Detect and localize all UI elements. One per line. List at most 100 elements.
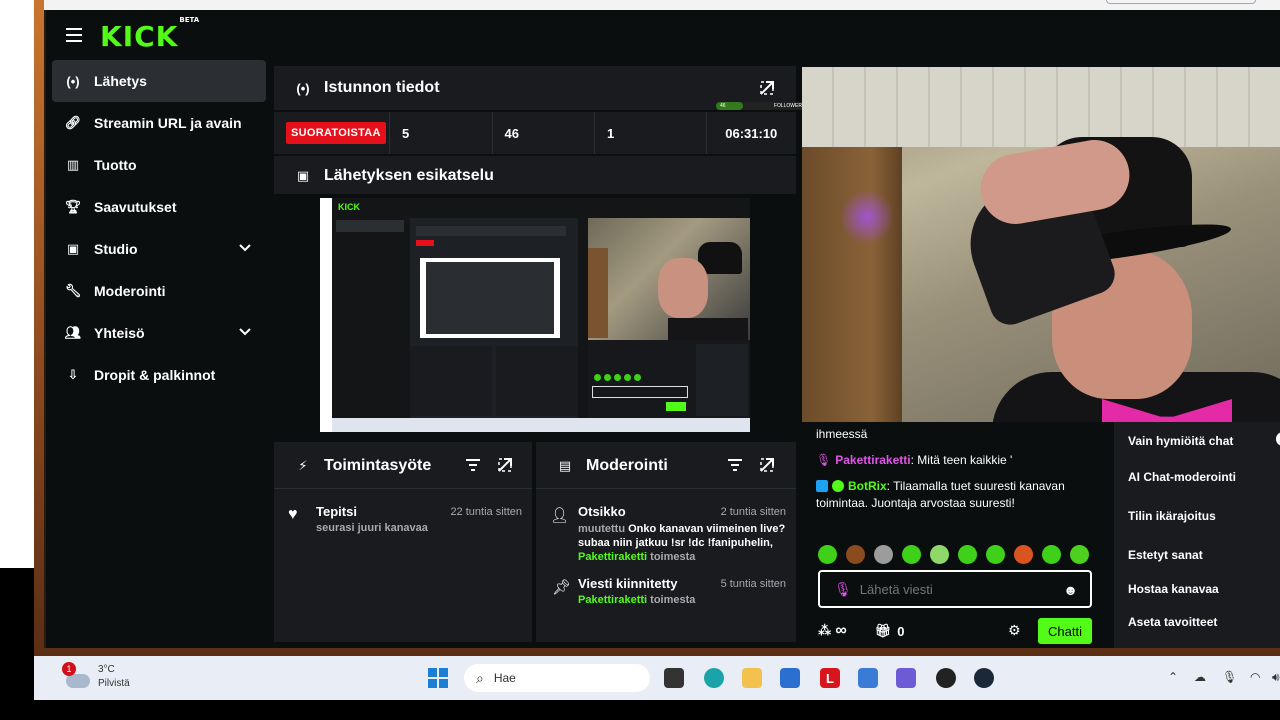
obs-icon[interactable] xyxy=(936,668,956,688)
emote-icon[interactable] xyxy=(1070,545,1089,564)
taskbar-search[interactable]: ⌕ Hae xyxy=(464,664,650,692)
chat-input-box[interactable]: 🎙︎ ☻ xyxy=(818,570,1092,608)
sidebar-item-moderointi[interactable]: 🔧︎ Moderointi xyxy=(52,270,266,312)
weather-widget[interactable]: 1 3°C Pilvistä xyxy=(52,662,132,694)
stat-3: 1 xyxy=(595,112,707,154)
emote-only-toggle[interactable] xyxy=(1276,432,1280,446)
chat-message: BotRix: Tilaamalla tuet suuresti kanavan… xyxy=(816,479,1065,510)
moderator-name[interactable]: Pakettiraketti xyxy=(578,594,647,606)
mod-tool-ai-moderation[interactable]: AI Chat-moderointi xyxy=(1128,470,1236,484)
beta-badge: BETA xyxy=(179,15,200,24)
sidebar-item-label: Saavutukset xyxy=(94,199,177,215)
file-explorer-icon[interactable] xyxy=(742,668,762,688)
moderation-item: 📌︎ Viesti kiinnitetty Pakettiraketti toi… xyxy=(550,576,786,606)
sidebar-item-saavutukset[interactable]: 🏆︎ Saavutukset xyxy=(52,186,266,228)
filter-icon[interactable] xyxy=(466,459,480,471)
activity-time: 22 tuntia sitten xyxy=(450,506,522,518)
preview-icon: ▣ xyxy=(296,168,310,183)
chat-text: ihmeessä xyxy=(816,427,868,441)
edge-browser-icon[interactable] xyxy=(704,668,724,688)
emoji-icon[interactable]: ☻ xyxy=(1063,582,1078,598)
mod-tool-banned-words[interactable]: Estetyt sanat xyxy=(1128,548,1203,562)
chat-text: Mitä teen kaikkie ' xyxy=(917,453,1013,467)
moderator-name[interactable]: Pakettiraketti xyxy=(578,551,647,563)
kick-logo[interactable]: KICKBETA xyxy=(100,16,199,53)
notification-badge: 1 xyxy=(62,662,76,676)
sidebar-item-label: Tuotto xyxy=(94,157,137,173)
mod-tools-panel: Vain hymiöitä chat AI Chat-moderointi Ti… xyxy=(1112,422,1280,648)
followers-label: FOLLOWERS xyxy=(773,103,806,109)
windows-start-icon[interactable] xyxy=(428,668,448,688)
chat-message: 🎙︎ Pakettiraketti: Mitä teen kaikkie ' xyxy=(816,453,1013,467)
moderation-prefix: muutettu xyxy=(578,523,626,535)
outlook-icon[interactable] xyxy=(858,668,878,688)
emote-icon[interactable] xyxy=(930,545,949,564)
chevron-down-icon[interactable] xyxy=(238,241,252,255)
emote-icon[interactable] xyxy=(902,545,921,564)
expand-icon[interactable] xyxy=(760,81,774,95)
emote-icon[interactable] xyxy=(1042,545,1061,564)
heart-icon: ♥ xyxy=(288,506,298,523)
steam-icon[interactable] xyxy=(974,668,994,688)
weather-temp: 3°C xyxy=(98,664,115,675)
activity-feed-panel: ⚡︎ Toimintasyöte ♥ Tepitsi seurasi juuri… xyxy=(274,442,532,642)
mod-tool-emote-only[interactable]: Vain hymiöitä chat xyxy=(1128,434,1233,448)
chat-username[interactable]: BotRix xyxy=(848,479,887,493)
sidebar-item-label: Dropit & palkinnot xyxy=(94,367,216,383)
webcam-light xyxy=(842,187,892,247)
gear-icon[interactable]: ⚙︎ xyxy=(1008,622,1021,639)
emote-icon[interactable] xyxy=(874,545,893,564)
weather-condition: Pilvistä xyxy=(98,678,130,689)
chat-panel: ihmeessä 🎙︎ Pakettiraketti: Mitä teen kai… xyxy=(802,422,1112,648)
panel-title: Moderointi xyxy=(586,457,668,474)
mod-tool-goals[interactable]: Aseta tavoitteet xyxy=(1128,615,1217,629)
gift-count: 0 xyxy=(897,623,905,639)
sidebar-item-label: Studio xyxy=(94,241,138,257)
teams-icon[interactable] xyxy=(896,668,916,688)
wifi-icon[interactable]: ◠ xyxy=(1250,670,1260,684)
microphone-tray-icon[interactable]: 🎙︎ xyxy=(1222,670,1237,684)
windows-taskbar: 1 3°C Pilvistä ⌕ Hae L ⌃ ☁︎ 🎙︎ ◠ 🔊︎ xyxy=(34,656,1280,700)
send-chat-button[interactable]: Chatti xyxy=(1038,618,1092,644)
app-l-icon[interactable]: L xyxy=(820,668,840,688)
sidebar-item-studio[interactable]: ▣ Studio xyxy=(52,228,266,270)
chevron-down-icon[interactable] xyxy=(238,325,252,339)
chat-username[interactable]: Pakettiraketti xyxy=(835,453,910,467)
mod-tool-age-restriction[interactable]: Tilin ikärajoitus xyxy=(1128,509,1216,523)
emote-icon[interactable] xyxy=(958,545,977,564)
expand-icon[interactable] xyxy=(498,458,512,472)
browser-address-pill[interactable] xyxy=(1106,0,1256,4)
verified-badge-icon xyxy=(832,480,844,492)
sidebar-item-dropit[interactable]: ⇩ Dropit & palkinnot xyxy=(52,354,266,396)
task-view-icon[interactable] xyxy=(664,668,684,688)
preview-logo: KICK xyxy=(338,202,360,212)
panel-title: Toimintasyöte xyxy=(324,457,432,474)
gift-icon[interactable]: 🎁︎ xyxy=(875,623,892,639)
activity-item: ♥ Tepitsi seurasi juuri kanavaa 22 tunti… xyxy=(288,504,522,534)
sidebar-item-lahetys[interactable]: (•) Lähetys xyxy=(52,60,266,102)
emote-icon[interactable] xyxy=(846,545,865,564)
emote-icon[interactable] xyxy=(1014,545,1033,564)
screen-bottom-edge xyxy=(0,700,1280,720)
filter-icon[interactable] xyxy=(728,459,742,471)
sidebar-item-label: Streamin URL ja avain xyxy=(94,115,242,131)
chat-input[interactable] xyxy=(859,581,1060,597)
preview-main xyxy=(410,218,578,418)
stream-preview[interactable]: KICK xyxy=(320,198,750,432)
volume-icon[interactable]: 🔊︎ xyxy=(1272,670,1280,685)
menu-icon[interactable] xyxy=(66,28,82,42)
emote-icon[interactable] xyxy=(986,545,1005,564)
store-icon[interactable] xyxy=(780,668,800,688)
preview-chat xyxy=(588,340,750,418)
chevron-up-icon[interactable]: ⌃ xyxy=(1168,670,1178,684)
onedrive-icon[interactable]: ☁︎ xyxy=(1194,670,1206,684)
emote-icon[interactable] xyxy=(818,545,837,564)
points-icon[interactable]: ⁂ xyxy=(818,623,831,639)
panel-title: Istunnon tiedot xyxy=(324,79,440,96)
sidebar-item-tuotto[interactable]: ▥ Tuotto xyxy=(52,144,266,186)
mod-tool-host[interactable]: Hostaa kanavaa xyxy=(1128,582,1219,596)
document-icon: ▤ xyxy=(558,458,572,473)
expand-icon[interactable] xyxy=(760,458,774,472)
sidebar-item-yhteiso[interactable]: 👥︎ Yhteisö xyxy=(52,312,266,354)
sidebar-item-stream-url[interactable]: 🔗︎ Streamin URL ja avain xyxy=(52,102,266,144)
